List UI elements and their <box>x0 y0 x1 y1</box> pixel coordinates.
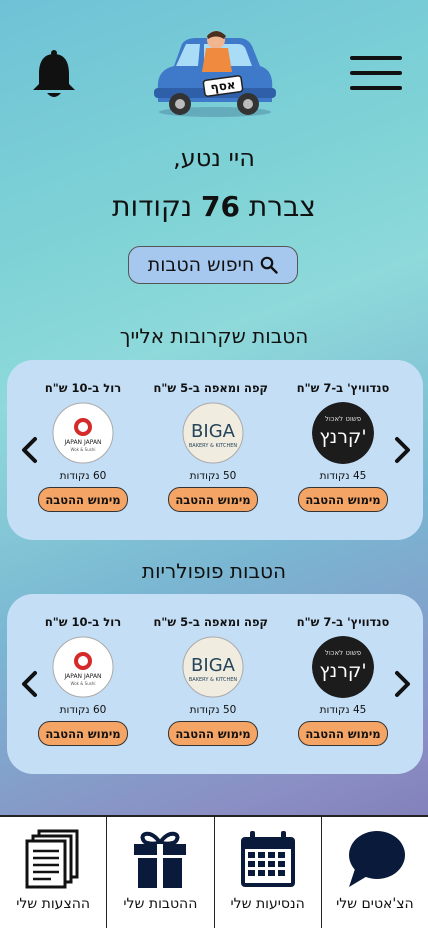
offer-logo-japan-japan: JAPAN JAPAN Wok & Sushi <box>52 636 114 698</box>
app-logo: אסף <box>152 30 278 120</box>
offer-item: סנדוויץ' ב-7 ש"ח פשוט לאכול קרנץ' 45 נקו… <box>288 381 398 512</box>
offer-logo-kranch: פשוט לאכול קרנץ' <box>312 636 374 698</box>
offer-points: 60 נקודות <box>59 470 107 482</box>
svg-text:Wok & Sushi: Wok & Sushi <box>71 681 96 686</box>
gift-icon <box>134 831 187 888</box>
svg-text:פשוט לאכול: פשוט לאכול <box>325 649 361 657</box>
svg-text:BAKERY & KITCHEN: BAKERY & KITCHEN <box>189 677 237 683</box>
offer-item: רול ב-10 ש"ח JAPAN JAPAN Wok & Sushi 60 … <box>28 615 138 746</box>
bell-icon[interactable] <box>30 48 78 100</box>
points-prefix: צברת <box>248 190 316 223</box>
svg-text:פשוט לאכול: פשוט לאכול <box>325 415 361 423</box>
search-offers-button[interactable]: חיפוש הטבות <box>128 246 298 284</box>
calendar-icon <box>240 831 295 887</box>
section-title-nearby: הטבות שקרובות אלייך <box>119 324 309 348</box>
offers-card-popular: סנדוויץ' ב-7 ש"ח פשוט לאכול קרנץ' 45 נקו… <box>7 594 423 774</box>
offer-points: 60 נקודות <box>59 704 107 716</box>
documents-icon <box>25 829 79 889</box>
svg-text:קרנץ': קרנץ' <box>319 660 366 682</box>
offer-logo-japan-japan: JAPAN JAPAN Wok & Sushi <box>52 402 114 464</box>
svg-text:JAPAN JAPAN: JAPAN JAPAN <box>63 439 101 446</box>
nav-item-my-chats[interactable]: הצ'אטים שלי <box>322 817 428 928</box>
offer-points: 45 נקודות <box>319 470 367 482</box>
nav-label: הצ'אטים שלי <box>336 896 414 912</box>
offer-title: רול ב-10 ש"ח <box>44 381 122 395</box>
svg-text:JAPAN JAPAN: JAPAN JAPAN <box>63 673 101 680</box>
nav-item-my-benefits[interactable]: ההטבות שלי <box>107 817 215 928</box>
offer-item: סנדוויץ' ב-7 ש"ח פשוט לאכול קרנץ' 45 נקו… <box>288 615 398 746</box>
offer-item: רול ב-10 ש"ח JAPAN JAPAN Wok & Sushi 60 … <box>28 381 138 512</box>
offer-points: 50 נקודות <box>189 470 237 482</box>
nav-item-my-rides[interactable]: הנסיעות שלי <box>215 817 322 928</box>
points-suffix: נקודות <box>112 190 193 223</box>
redeem-offer-button[interactable]: מימוש ההטבה <box>38 721 128 746</box>
nav-label: ההצעות שלי <box>16 896 91 912</box>
offers-card-nearby: סנדוויץ' ב-7 ש"ח פשוט לאכול קרנץ' 45 נקו… <box>7 360 423 540</box>
nav-item-my-proposals[interactable]: ההצעות שלי <box>0 817 108 928</box>
redeem-offer-button[interactable]: מימוש ההטבה <box>298 487 388 512</box>
nav-label: ההטבות שלי <box>123 896 198 912</box>
svg-text:BIGA: BIGA <box>191 655 236 676</box>
offer-title: קפה ומאפה ב-5 ש"ח <box>153 381 268 395</box>
search-button-label: חיפוש הטבות <box>147 254 255 276</box>
offer-title: סנדוויץ' ב-7 ש"ח <box>296 615 390 629</box>
points-summary: צברת 76 נקודות <box>0 190 428 223</box>
offer-item: קפה ומאפה ב-5 ש"ח BIGA BAKERY & KITCHEN … <box>153 381 268 512</box>
offer-title: רול ב-10 ש"ח <box>44 615 122 629</box>
points-value: 76 <box>201 190 240 223</box>
bottom-navigation: ההצעות שלי ההטבות שלי הנסיעות שלי הצ'אטי… <box>0 815 428 928</box>
redeem-offer-button[interactable]: מימוש ההטבה <box>298 721 388 746</box>
redeem-offer-button[interactable]: מימוש ההטבה <box>168 487 258 512</box>
offer-logo-biga: BIGA BAKERY & KITCHEN <box>182 636 244 698</box>
section-title-popular: הטבות פופולריות <box>141 559 287 583</box>
search-icon <box>260 256 278 274</box>
svg-text:Wok & Sushi: Wok & Sushi <box>71 447 96 452</box>
offer-item: קפה ומאפה ב-5 ש"ח BIGA BAKERY & KITCHEN … <box>153 615 268 746</box>
svg-text:קרנץ': קרנץ' <box>319 426 366 448</box>
redeem-offer-button[interactable]: מימוש ההטבה <box>38 487 128 512</box>
offer-logo-kranch: פשוט לאכול קרנץ' <box>312 402 374 464</box>
redeem-offer-button[interactable]: מימוש ההטבה <box>168 721 258 746</box>
svg-text:BIGA: BIGA <box>191 421 236 442</box>
offer-logo-biga: BIGA BAKERY & KITCHEN <box>182 402 244 464</box>
hamburger-menu-icon[interactable] <box>350 56 402 92</box>
offer-points: 45 נקודות <box>319 704 367 716</box>
offer-title: סנדוויץ' ב-7 ש"ח <box>296 381 390 395</box>
svg-text:BAKERY & KITCHEN: BAKERY & KITCHEN <box>189 443 237 449</box>
offer-title: קפה ומאפה ב-5 ש"ח <box>153 615 268 629</box>
nav-label: הנסיעות שלי <box>230 896 305 912</box>
chat-bubble-icon <box>348 831 405 887</box>
greeting-text: היי נטע, <box>173 144 255 172</box>
offer-points: 50 נקודות <box>189 704 237 716</box>
